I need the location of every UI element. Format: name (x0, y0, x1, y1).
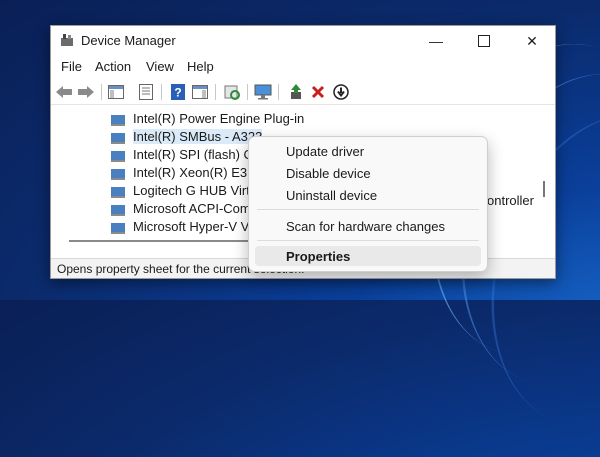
menu-view[interactable]: View (146, 59, 174, 74)
context-menu-disable-device[interactable]: Disable device (255, 163, 481, 183)
tree-item[interactable]: Intel(R) Xeon(R) E3 - 1 (111, 163, 266, 181)
context-menu-properties[interactable]: Properties (255, 246, 481, 266)
menu-file[interactable]: File (61, 59, 82, 74)
context-menu-separator (257, 240, 479, 241)
uninstall-device-icon[interactable] (309, 83, 327, 101)
properties-sheet-icon[interactable] (137, 83, 155, 101)
tree-item-label-overflow: ontroller (487, 193, 534, 208)
tree-item-label: Intel(R) Xeon(R) E3 - 1 (133, 164, 266, 180)
back-arrow-icon[interactable] (55, 83, 73, 101)
context-menu-scan-hardware[interactable]: Scan for hardware changes (255, 216, 481, 236)
context-menu-label: Scan for hardware changes (286, 219, 445, 234)
svg-text:?: ? (174, 86, 181, 100)
system-device-icon (111, 113, 125, 126)
context-menu-update-driver[interactable]: Update driver (255, 141, 481, 161)
toolbar-separator (161, 84, 162, 100)
system-device-icon (111, 221, 125, 234)
context-menu-label: Properties (286, 249, 351, 264)
system-device-icon (111, 149, 125, 162)
system-device-icon (111, 185, 125, 198)
minimize-button[interactable]: — (413, 28, 459, 54)
menu-action[interactable]: Action (95, 59, 131, 74)
update-driver-icon[interactable] (287, 83, 305, 101)
context-menu-label: Update driver (286, 144, 365, 159)
window-title: Device Manager (81, 33, 176, 48)
system-device-icon (111, 203, 125, 216)
action-pane-icon[interactable] (191, 83, 209, 101)
tree-item-label: Intel(R) SPI (flash) Cor (133, 146, 265, 162)
close-button[interactable]: ✕ (509, 28, 555, 54)
tree-item-label: Logitech G HUB Virtu (133, 182, 258, 198)
toolbar: ? (51, 80, 555, 105)
toolbar-separator (278, 84, 279, 100)
context-menu: Update driver Disable device Uninstall d… (248, 136, 488, 272)
tree-item[interactable]: Intel(R) Power Engine Plug-in (111, 109, 304, 127)
toolbar-separator (101, 84, 102, 100)
toolbar-separator (215, 84, 216, 100)
tree-item[interactable]: Microsoft Hyper-V Vir (111, 217, 256, 235)
context-menu-label: Disable device (286, 166, 371, 181)
context-menu-separator (257, 209, 479, 210)
title-bar[interactable]: Device Manager — ✕ (51, 26, 555, 56)
system-device-icon (111, 167, 125, 180)
tree-item[interactable]: Microsoft ACPI-Comp (111, 199, 258, 217)
tree-item[interactable]: Intel(R) SPI (flash) Cor (111, 145, 264, 163)
toolbar-separator (247, 84, 248, 100)
maximize-icon (478, 35, 490, 47)
menu-help[interactable]: Help (187, 59, 214, 74)
scan-hardware-icon[interactable] (223, 83, 241, 101)
tree-item-label: Microsoft ACPI-Comp (133, 200, 258, 216)
vertical-scrollbar-thumb[interactable] (543, 181, 545, 197)
close-icon: ✕ (526, 32, 538, 49)
monitor-icon[interactable] (254, 83, 272, 101)
maximize-button[interactable] (461, 28, 507, 54)
tree-item-selected[interactable]: Intel(R) SMBus - A323 (111, 127, 263, 145)
context-menu-uninstall-device[interactable]: Uninstall device (255, 185, 481, 205)
context-menu-label: Uninstall device (286, 188, 378, 203)
minimize-icon: — (429, 33, 443, 49)
tree-item-label: Intel(R) SMBus - A323 (133, 128, 263, 144)
tree-item-label: Intel(R) Power Engine Plug-in (133, 110, 305, 126)
device-manager-app-icon (61, 34, 73, 46)
system-device-icon (111, 131, 125, 144)
help-icon[interactable]: ? (169, 83, 187, 101)
forward-arrow-icon[interactable] (77, 83, 95, 101)
show-hide-console-tree-icon[interactable] (107, 83, 125, 101)
tree-item[interactable]: Logitech G HUB Virtu (111, 181, 257, 199)
tree-item-label: Microsoft Hyper-V Vir (133, 218, 257, 234)
horizontal-scrollbar-thumb[interactable] (69, 240, 249, 242)
disable-device-icon[interactable] (332, 83, 350, 101)
